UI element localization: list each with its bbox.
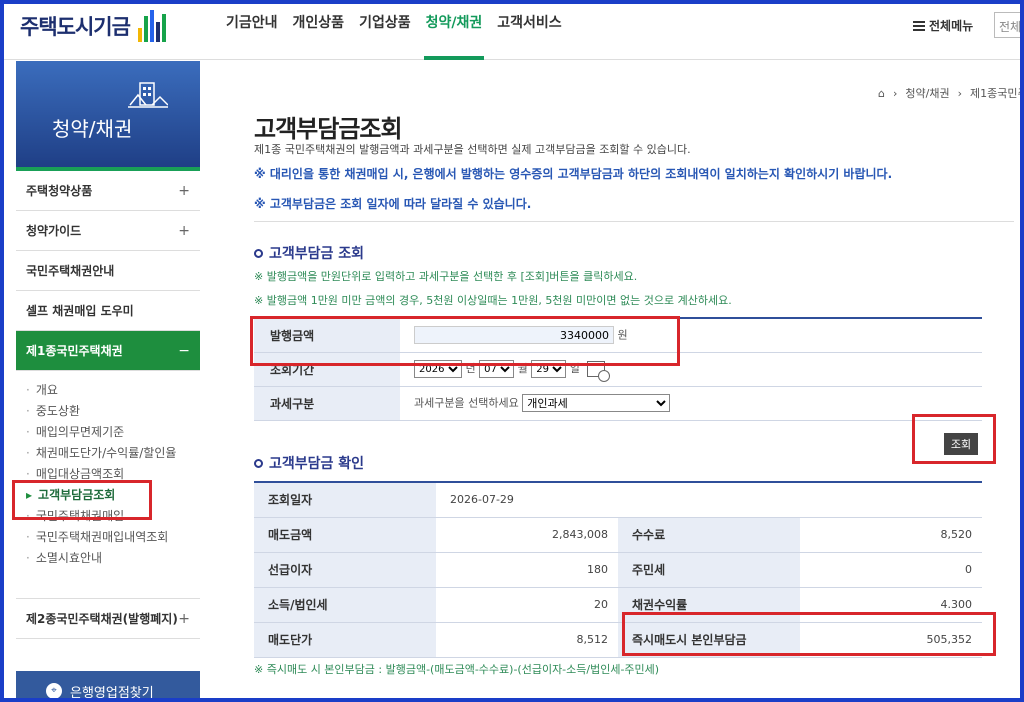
breadcrumb: ⌂ › 청약/채권 › 제1종국민주택채권 <box>878 85 1024 101</box>
submenu-sale-price[interactable]: 채권매도단가/수익률/할인율 <box>26 443 200 464</box>
highlight-box-result <box>622 612 996 656</box>
sidebar-item-bond-info[interactable]: 국민주택채권안내 <box>16 251 200 291</box>
sidebar-banner: 청약/채권 <box>16 61 200 171</box>
date-value: 2026-07-29 <box>436 482 982 518</box>
tax-label: 과세구분 <box>254 386 400 421</box>
all-menu-button[interactable]: 전체메뉴 <box>913 17 973 34</box>
table-row: 매도금액 2,843,008 수수료 8,520 <box>254 517 982 553</box>
notice-date-varies: ※ 고객부담금은 조회 일자에 따라 달라질 수 있습니다. <box>254 197 532 211</box>
submenu-overview[interactable]: 개요 <box>26 380 200 401</box>
divider <box>254 221 1014 222</box>
resident-tax-value: 0 <box>800 552 982 588</box>
sidebar-item-type1-bond[interactable]: 제1종국민주택채권 − <box>16 331 200 371</box>
gnb-fund-info[interactable]: 기금안내 <box>226 0 278 60</box>
expand-icon: + <box>178 610 190 627</box>
gnb-personal-products[interactable]: 개인상품 <box>293 0 345 60</box>
result-title-text: 고객부담금 확인 <box>269 456 365 472</box>
breadcrumb-item[interactable]: 청약/채권 <box>905 85 949 101</box>
result-section-title: 고객부담금 확인 <box>254 453 364 473</box>
sidebar-item-label: 국민주택채권안내 <box>26 264 115 278</box>
page-description: 제1종 국민주택채권의 발행금액과 과세구분을 선택하면 실제 고객부담금을 조… <box>254 143 691 156</box>
submenu-prescription[interactable]: 소멸시효안내 <box>26 548 200 569</box>
sidebar-item-label: 제1종국민주택채권 <box>26 344 123 358</box>
sidebar-item-type2-bond[interactable]: 제2종국민주택채권(발행폐지) + <box>16 599 200 639</box>
submenu-exemption-criteria[interactable]: 매입의무면제기준 <box>26 422 200 443</box>
inquiry-section-title: 고객부담금 조회 <box>254 243 364 263</box>
prepaid-interest-label: 선급이자 <box>254 552 436 588</box>
sidebar-item-self-purchase-helper[interactable]: 셀프 채권매입 도우미 <box>16 291 200 331</box>
sidebar-item-subscription-guide[interactable]: 청약가이드 + <box>16 211 200 251</box>
sidebar-title: 청약/채권 <box>52 117 133 141</box>
building-icon <box>128 82 168 108</box>
bullet-icon <box>254 458 263 468</box>
branch-finder-button[interactable]: ⌖ 은행영업점찾기 <box>16 671 200 702</box>
branch-finder-label: 은행영업점찾기 <box>70 685 154 701</box>
breadcrumb-item[interactable]: 제1종국민주택채권 <box>970 85 1024 101</box>
form-row-tax: 과세구분 과세구분을 선택하세요 개인과세 <box>254 386 982 421</box>
submenu-early-redemption[interactable]: 중도상환 <box>26 401 200 422</box>
highlight-box-menu <box>12 480 152 520</box>
prepaid-interest-value: 180 <box>436 552 618 588</box>
sidebar-item-label: 주택청약상품 <box>26 184 93 198</box>
unit-price-label: 매도단가 <box>254 622 436 658</box>
expand-icon: + <box>178 182 190 199</box>
sidebar-item-label: 제2종국민주택채권(발행폐지) <box>26 612 178 626</box>
sidebar-item-label: 셀프 채권매입 도우미 <box>26 304 134 318</box>
gnb-corporate-products[interactable]: 기업상품 <box>359 0 411 60</box>
all-menu-label: 전체메뉴 <box>929 19 974 33</box>
sidebar-item-label: 청약가이드 <box>26 224 82 238</box>
sidebar-menu: 주택청약상품 + 청약가이드 + 국민주택채권안내 셀프 채권매입 도우미 제1종국… <box>16 171 200 371</box>
highlight-box-button <box>912 414 996 464</box>
bullet-icon <box>254 248 263 258</box>
logo-icon <box>137 10 166 42</box>
table-row: 조회일자 2026-07-29 <box>254 482 982 518</box>
page-title: 고객부담금조회 <box>254 115 403 143</box>
tax-type-select[interactable]: 개인과세 <box>522 394 671 412</box>
notice-agent-purchase: ※ 대리인을 통한 채권매입 시, 은행에서 발행하는 영수증의 고객부담금과 … <box>254 167 893 181</box>
highlight-box-amount <box>250 316 680 366</box>
fee-value: 8,520 <box>800 517 982 553</box>
income-tax-label: 소득/법인세 <box>254 587 436 623</box>
site-logo[interactable]: 주택도시기금 <box>20 8 166 44</box>
expand-icon: + <box>178 222 190 239</box>
collapse-icon: − <box>178 342 190 359</box>
gnb-customer-service[interactable]: 고객서비스 <box>497 0 561 60</box>
formula-note: ※ 즉시매도 시 본인부담금 : 발행금액-(매도금액-수수료)-(선급이자-소… <box>254 663 660 676</box>
gnb-subscription-bonds[interactable]: 청약/채권 <box>423 0 484 60</box>
fee-label: 수수료 <box>618 517 800 553</box>
hamburger-icon <box>913 20 925 31</box>
breadcrumb-separator-icon: › <box>892 86 898 100</box>
submenu-purchase-history[interactable]: 국민주택채권매입내역조회 <box>26 527 200 548</box>
resident-tax-label: 주민세 <box>618 552 800 588</box>
date-label: 조회일자 <box>254 482 436 518</box>
global-nav: 기금안내 개인상품 기업상품 청약/채권 고객서비스 <box>226 0 577 60</box>
inquiry-hint-2: ※ 발행금액 1만원 미만 금액의 경우, 5천원 이상일때는 1만원, 5천원… <box>254 294 732 307</box>
site-header: 주택도시기금 기금안내 개인상품 기업상품 청약/채권 고객서비스 전체메뉴 전… <box>0 0 1024 60</box>
tax-cell: 과세구분을 선택하세요 개인과세 <box>400 386 982 421</box>
logo-text: 주택도시기금 <box>20 15 131 39</box>
table-row: 선급이자 180 주민세 0 <box>254 552 982 588</box>
unit-price-value: 8,512 <box>436 622 618 658</box>
inquiry-title-text: 고객부담금 조회 <box>269 246 365 262</box>
sidebar: 청약/채권 주택청약상품 + 청약가이드 + 국민주택채권안내 셀프 채권매입 도우… <box>16 61 200 702</box>
income-tax-value: 20 <box>436 587 618 623</box>
home-icon[interactable]: ⌂ <box>878 87 885 100</box>
location-pin-icon: ⌖ <box>46 683 62 699</box>
search-input[interactable]: 전체 <box>994 12 1024 38</box>
inquiry-hint-1: ※ 발행금액을 만원단위로 입력하고 과세구분을 선택한 후 [조회]버튼을 클… <box>254 270 638 283</box>
sidebar-item-housing-subscription[interactable]: 주택청약상품 + <box>16 171 200 211</box>
sale-amount-label: 매도금액 <box>254 517 436 553</box>
sale-amount-value: 2,843,008 <box>436 517 618 553</box>
breadcrumb-separator-icon: › <box>957 86 962 100</box>
tax-prompt: 과세구분을 선택하세요 <box>414 396 519 410</box>
